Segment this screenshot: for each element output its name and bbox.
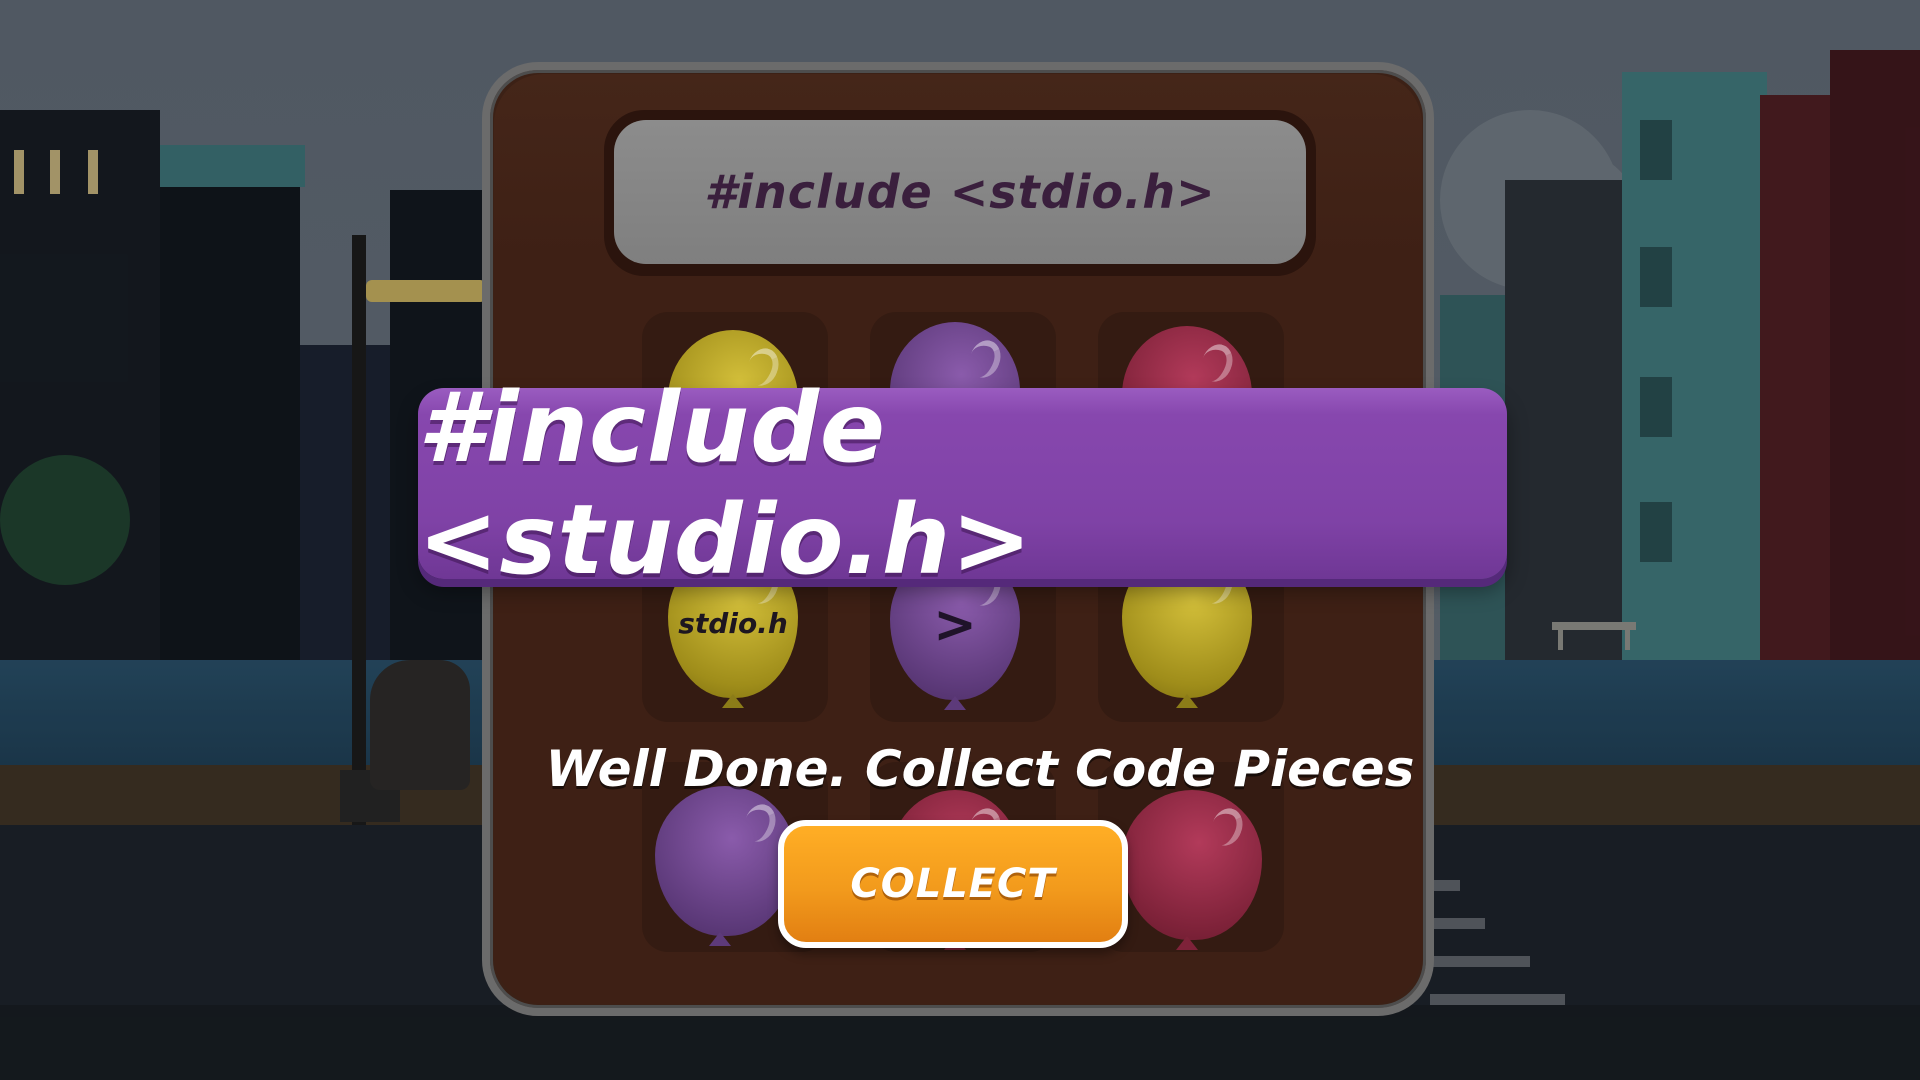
balloon-label: stdio.h [678, 606, 788, 640]
success-message: Well Done. Collect Code Pieces [545, 740, 1415, 798]
balloon-label: > [933, 595, 977, 655]
code-display-text: #include <stdio.h> [704, 165, 1216, 219]
collect-button[interactable]: COLLECT [778, 820, 1128, 948]
balloon-purple[interactable] [655, 786, 795, 946]
result-banner-text: #include <studio.h> [418, 371, 1033, 596]
balloon-red[interactable] [1122, 790, 1262, 950]
game-scene: #include <stdio.h> stdio.h > #include <s… [0, 0, 1920, 1080]
result-banner: #include <studio.h> [418, 372, 1507, 596]
code-display: #include <stdio.h> [614, 120, 1306, 264]
collect-button-label: COLLECT [850, 861, 1056, 907]
